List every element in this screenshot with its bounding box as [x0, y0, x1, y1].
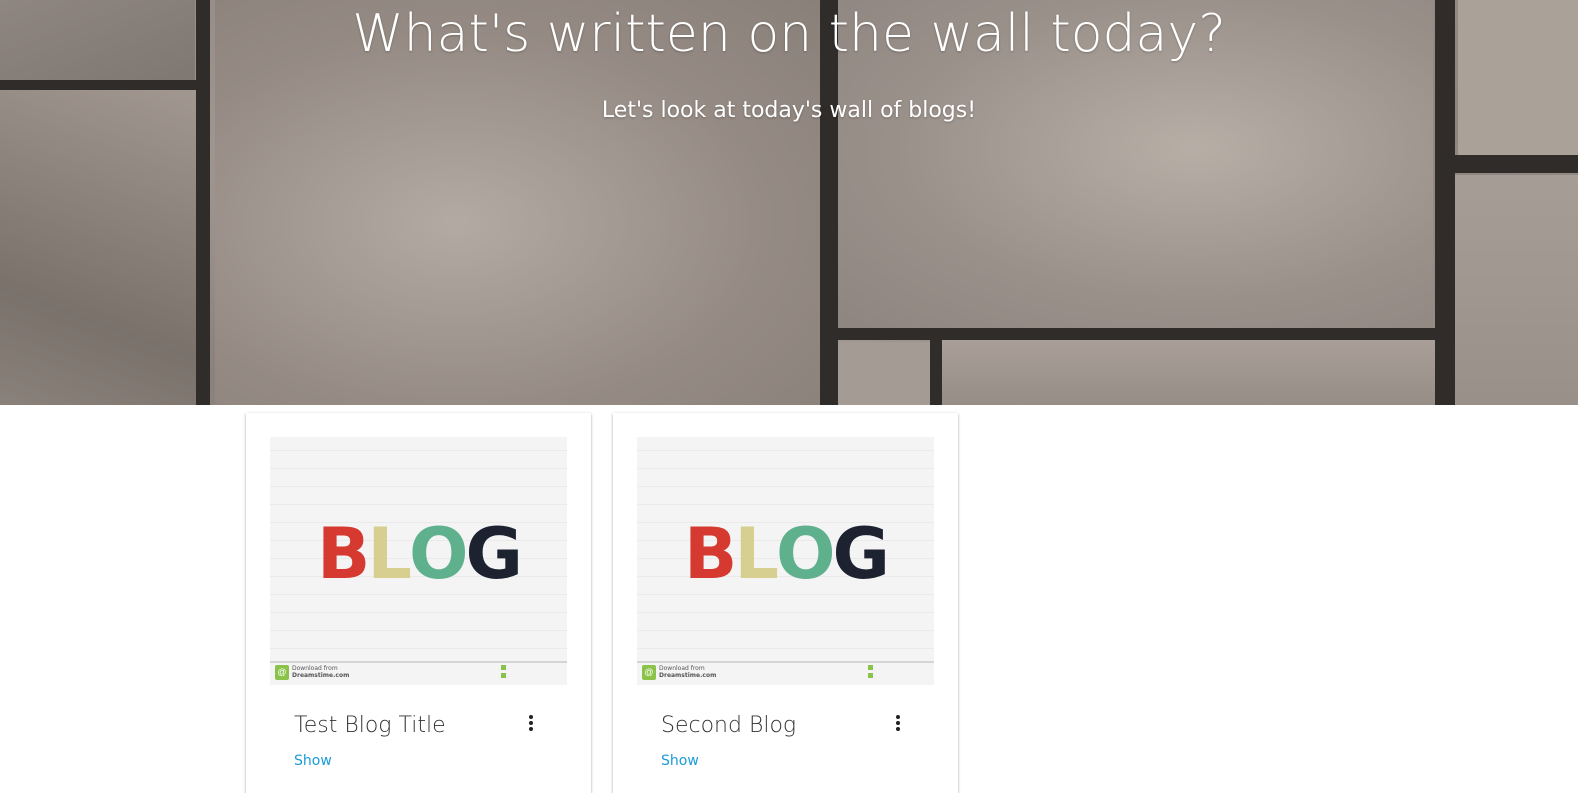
hero-title: What's written on the wall today? — [352, 4, 1226, 64]
wall-joint — [0, 80, 200, 90]
dreamstime-logo-icon: @ — [642, 665, 656, 680]
blog-letter-g: G — [465, 513, 523, 595]
wall-stone — [1452, 175, 1578, 405]
watermark-text: Download from Dreamstime.com — [659, 665, 717, 679]
blog-card: BLOG @ Download from Dreamstime.com Test… — [246, 413, 591, 793]
wall-joint — [835, 328, 1445, 340]
blog-letter-l: L — [734, 513, 779, 595]
blog-card-image: BLOG @ Download from Dreamstime.com — [270, 437, 567, 685]
blog-card-title: Second Blog — [661, 713, 797, 738]
watermark-marks — [868, 665, 928, 681]
wall-joint — [930, 340, 942, 405]
blog-letter-b: B — [317, 513, 370, 595]
hero-subtitle: Let's look at today's wall of blogs! — [601, 98, 977, 123]
blog-letter-b: B — [684, 513, 737, 595]
wall-joint — [1452, 155, 1578, 173]
dreamstime-logo-icon: @ — [275, 665, 289, 680]
blog-card-image: BLOG @ Download from Dreamstime.com — [637, 437, 934, 685]
blog-logo-text: BLOG — [637, 509, 934, 599]
blog-letter-g: G — [832, 513, 890, 595]
watermark-text: Download from Dreamstime.com — [292, 665, 350, 679]
wall-stone — [942, 340, 1437, 405]
show-link[interactable]: Show — [661, 751, 699, 771]
watermark-bar: @ Download from Dreamstime.com — [270, 661, 567, 685]
blog-card-title: Test Blog Title — [294, 713, 446, 738]
blog-letter-o: O — [408, 513, 468, 595]
hero-banner: What's written on the wall today? Let's … — [0, 0, 1578, 405]
wall-stone — [0, 90, 205, 405]
watermark-marks — [501, 665, 561, 681]
more-vertical-icon[interactable] — [889, 713, 907, 737]
watermark-bar: @ Download from Dreamstime.com — [637, 661, 934, 685]
wall-stone — [835, 342, 930, 405]
blog-letter-o: O — [775, 513, 835, 595]
show-link[interactable]: Show — [294, 751, 332, 771]
blog-card: BLOG @ Download from Dreamstime.com Seco… — [613, 413, 958, 793]
blog-logo-text: BLOG — [270, 509, 567, 599]
blog-letter-l: L — [367, 513, 412, 595]
more-vertical-icon[interactable] — [522, 713, 540, 737]
